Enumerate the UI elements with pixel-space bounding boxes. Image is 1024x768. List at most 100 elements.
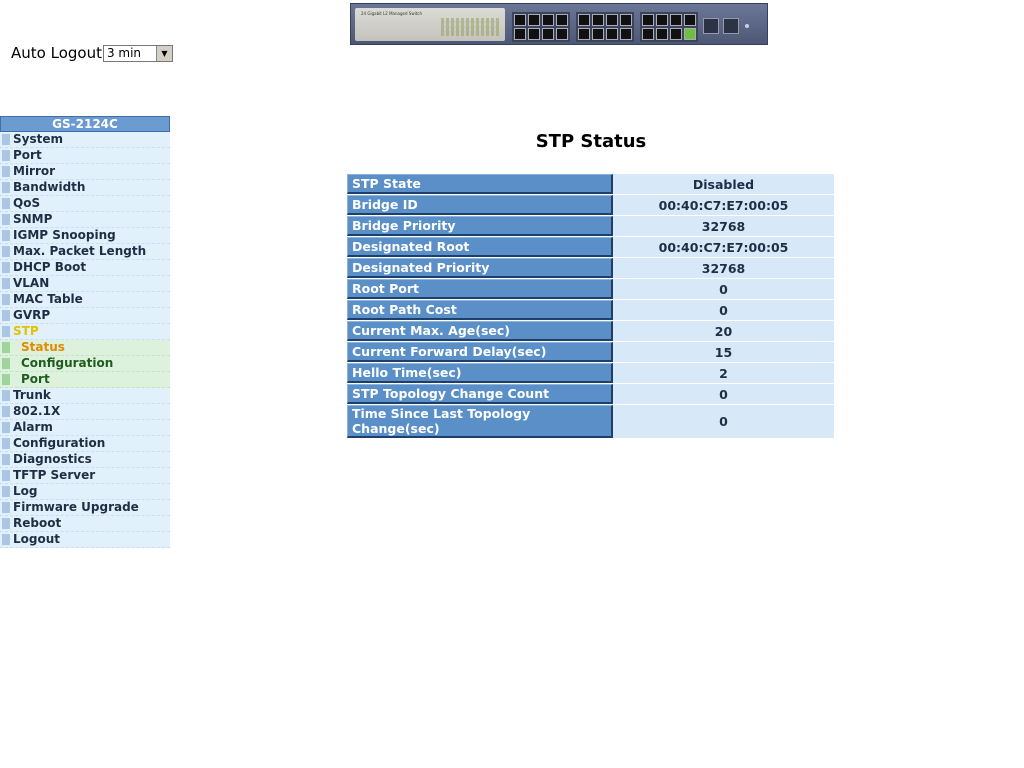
menu-bullet-icon (2, 166, 10, 177)
sidebar-subitem-stp-status[interactable]: Status (0, 340, 170, 356)
device-faceplate: 24 Gigabit L2 Managed Switch (355, 8, 505, 41)
sidebar-item-label: QoS (13, 196, 41, 210)
sidebar-item-max-packet-length[interactable]: Max. Packet Length (0, 244, 170, 260)
sidebar-item-alarm[interactable]: Alarm (0, 420, 170, 436)
row-key: Designated Priority (347, 258, 613, 278)
sfp-port-2 (723, 18, 739, 34)
sidebar-item-label: System (13, 132, 63, 146)
sidebar-item-label: SNMP (13, 212, 53, 226)
sidebar-item-label: Mirror (13, 164, 56, 178)
sidebar-item-dhcp-boot[interactable]: DHCP Boot (0, 260, 170, 276)
row-value: 32768 (613, 216, 834, 236)
row-key: Bridge ID (347, 195, 613, 215)
sidebar-item-label: TFTP Server (13, 468, 96, 482)
sidebar-item-logout[interactable]: Logout (0, 532, 170, 548)
sidebar-item-label: Diagnostics (13, 452, 92, 466)
device-led-panel (441, 18, 499, 36)
sidebar-item-label: Alarm (13, 420, 53, 434)
table-row: Bridge ID 00:40:C7:E7:00:05 (347, 195, 834, 215)
sidebar-item-mirror[interactable]: Mirror (0, 164, 170, 180)
sidebar-item-snmp[interactable]: SNMP (0, 212, 170, 228)
menu-bullet-icon (2, 150, 10, 161)
port-group-1 (512, 12, 570, 42)
menu-bullet-icon (2, 278, 10, 289)
sidebar-item-label: MAC Table (13, 292, 83, 306)
device-front-panel-image: 24 Gigabit L2 Managed Switch (350, 3, 768, 45)
sidebar-item-gvrp[interactable]: GVRP (0, 308, 170, 324)
table-row: Hello Time(sec) 2 (347, 363, 834, 383)
sidebar-item-label: Log (13, 484, 38, 498)
sidebar-item-label: VLAN (13, 276, 50, 290)
sidebar-item-port[interactable]: Port (0, 148, 170, 164)
menu-bullet-icon (2, 182, 10, 193)
sfp-port-1 (703, 18, 719, 34)
chevron-down-icon[interactable]: ▼ (155, 45, 172, 61)
sidebar-item-label: Status (21, 340, 65, 354)
sidebar-subitem-stp-port[interactable]: Port (0, 372, 170, 388)
page-title: STP Status (535, 131, 647, 152)
sidebar-item-label: STP (13, 324, 39, 338)
auto-logout-label: Auto Logout (11, 44, 102, 62)
stp-status-table: STP State Disabled Bridge ID 00:40:C7:E7:0… (347, 173, 834, 439)
menu-bullet-icon (2, 470, 10, 481)
menu-bullet-icon (2, 198, 10, 209)
sidebar-item-igmp-snooping[interactable]: IGMP Snooping (0, 228, 170, 244)
menu-bullet-icon (2, 502, 10, 513)
sidebar-item-stp[interactable]: STP (0, 324, 170, 340)
sidebar-item-label: Trunk (13, 388, 51, 402)
table-row: Current Forward Delay(sec) 15 (347, 342, 834, 362)
table-row: Designated Priority 32768 (347, 258, 834, 278)
row-key: Root Path Cost (347, 300, 613, 320)
sidebar-item-bandwidth[interactable]: Bandwidth (0, 180, 170, 196)
sidebar-item-configuration[interactable]: Configuration (0, 436, 170, 452)
row-key: Designated Root (347, 237, 613, 257)
menu-bullet-icon (2, 326, 10, 337)
sidebar-item-reboot[interactable]: Reboot (0, 516, 170, 532)
sidebar-item-diagnostics[interactable]: Diagnostics (0, 452, 170, 468)
row-value: 32768 (613, 258, 834, 278)
row-key: STP State (347, 174, 613, 194)
port-group-3 (640, 12, 698, 42)
row-value: 0 (613, 405, 834, 438)
sidebar-nav: GS-2124C System Port Mirror Bandwidth Qo… (0, 116, 170, 548)
menu-bullet-icon (2, 134, 10, 145)
auto-logout-select[interactable]: 3 min ▼ (102, 44, 173, 62)
row-value: 00:40:C7:E7:00:05 (613, 237, 834, 257)
table-row: STP State Disabled (347, 174, 834, 194)
sidebar-item-tftp-server[interactable]: TFTP Server (0, 468, 170, 484)
menu-bullet-icon (2, 422, 10, 433)
table-row: STP Topology Change Count 0 (347, 384, 834, 404)
menu-bullet-icon (2, 518, 10, 529)
row-value: 20 (613, 321, 834, 341)
row-key: Current Max. Age(sec) (347, 321, 613, 341)
sidebar-subitem-stp-configuration[interactable]: Configuration (0, 356, 170, 372)
row-key: STP Topology Change Count (347, 384, 613, 404)
sidebar-item-firmware-upgrade[interactable]: Firmware Upgrade (0, 500, 170, 516)
menu-bullet-icon (2, 390, 10, 401)
sidebar-item-vlan[interactable]: VLAN (0, 276, 170, 292)
sidebar-item-label: Port (21, 372, 50, 386)
table-row: Root Path Cost 0 (347, 300, 834, 320)
sidebar-item-system[interactable]: System (0, 132, 170, 148)
row-value: Disabled (613, 174, 834, 194)
sidebar-item-802-1x[interactable]: 802.1X (0, 404, 170, 420)
reset-button-icon (745, 24, 749, 28)
device-model-text: 24 Gigabit L2 Managed Switch (361, 11, 423, 16)
menu-bullet-icon (2, 246, 10, 257)
sidebar-item-label: Max. Packet Length (13, 244, 147, 258)
sidebar-item-mac-table[interactable]: MAC Table (0, 292, 170, 308)
sidebar-item-label: 802.1X (13, 404, 61, 418)
sidebar-item-trunk[interactable]: Trunk (0, 388, 170, 404)
sidebar-item-label: Logout (13, 532, 61, 546)
sidebar-item-log[interactable]: Log (0, 484, 170, 500)
sidebar-item-qos[interactable]: QoS (0, 196, 170, 212)
menu-bullet-icon (2, 406, 10, 417)
menu-bullet-icon (2, 486, 10, 497)
sidebar-item-label: Configuration (21, 356, 114, 370)
menu-bullet-icon (2, 294, 10, 305)
row-value: 0 (613, 384, 834, 404)
sidebar-item-label: Firmware Upgrade (13, 500, 139, 514)
row-key: Root Port (347, 279, 613, 299)
row-value: 0 (613, 279, 834, 299)
sidebar-item-label: Configuration (13, 436, 106, 450)
